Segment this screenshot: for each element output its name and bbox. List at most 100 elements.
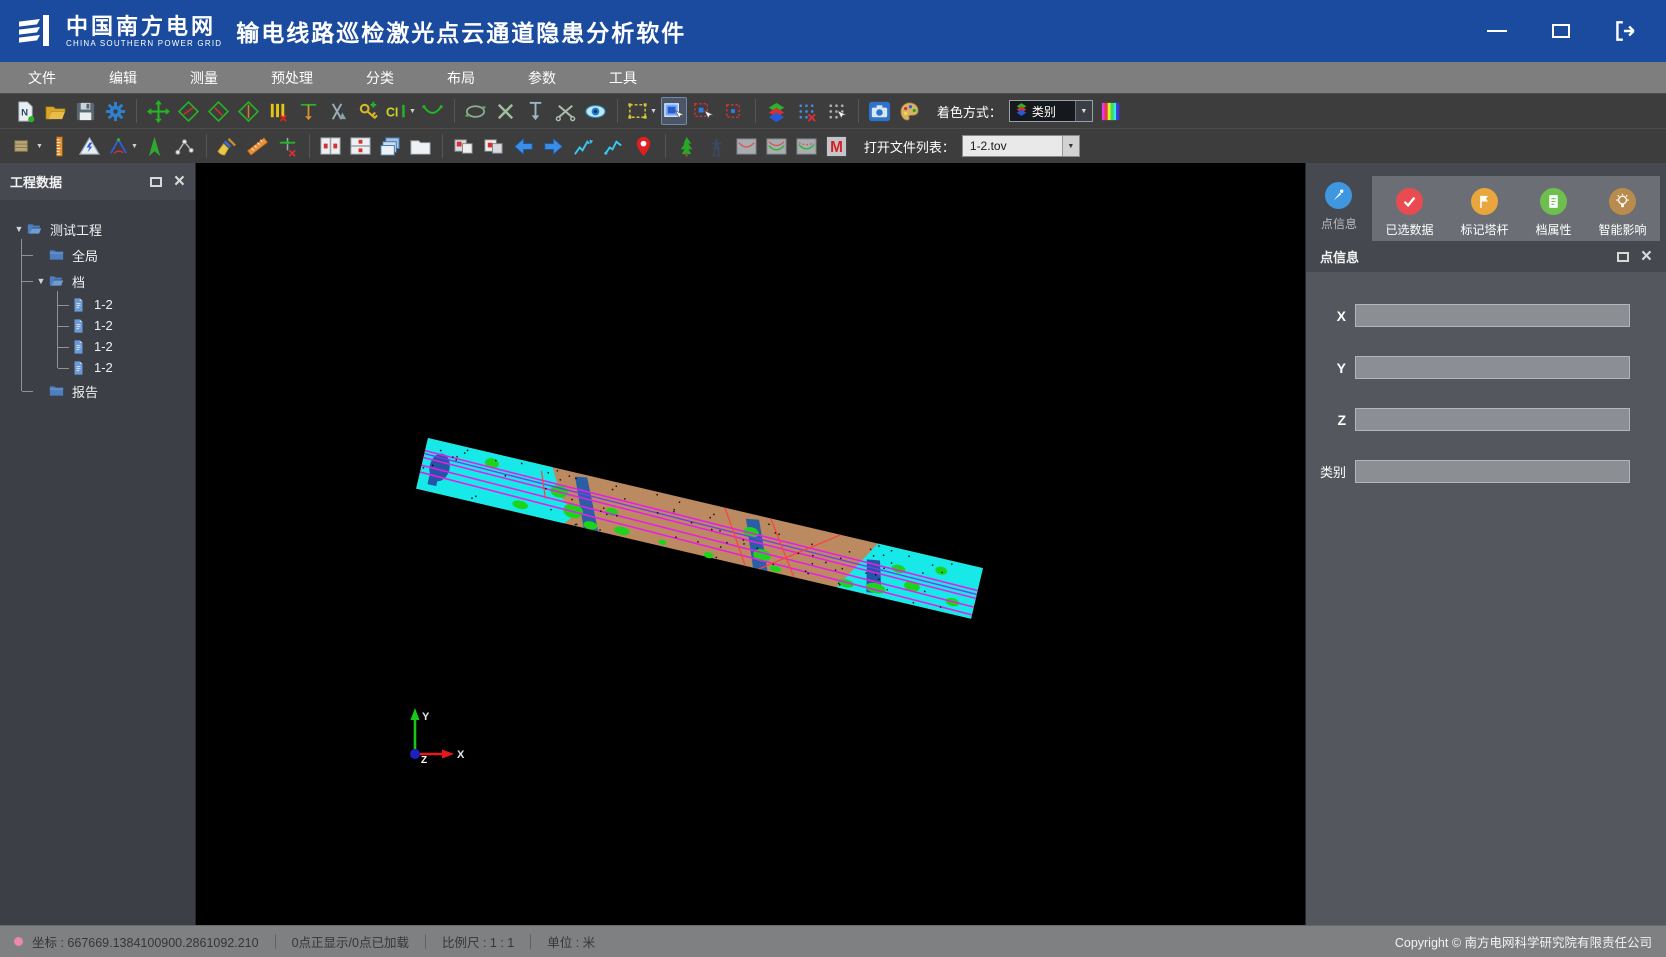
tree-item-span-2[interactable]: 1-2 bbox=[0, 315, 195, 336]
tree-item-span-3[interactable]: 1-2 bbox=[0, 336, 195, 357]
tab-point-info[interactable]: 点信息 bbox=[1321, 176, 1357, 241]
dropdown-arrow-icon[interactable]: ▼ bbox=[1062, 136, 1079, 156]
vertical-ruler-button[interactable] bbox=[47, 132, 73, 160]
danger-point-button[interactable] bbox=[77, 132, 103, 160]
node-path-button[interactable] bbox=[172, 132, 198, 160]
tower-mark-button[interactable] bbox=[704, 132, 730, 160]
measure-height-button[interactable] bbox=[295, 97, 321, 125]
menu-4[interactable]: 预处理 bbox=[258, 68, 333, 88]
save-project-button[interactable] bbox=[72, 97, 98, 125]
split-horizontal-button[interactable] bbox=[348, 132, 374, 160]
new-project-button[interactable]: N bbox=[12, 97, 38, 125]
tile-windows-button[interactable] bbox=[408, 132, 434, 160]
clean-tool-button[interactable] bbox=[215, 132, 241, 160]
rect-select-button[interactable]: ▼ bbox=[626, 97, 657, 125]
profile-section-2-button[interactable] bbox=[205, 97, 231, 125]
tree-item-0[interactable]: ▼ 测试工程 bbox=[0, 216, 195, 242]
menu-2[interactable]: 编辑 bbox=[96, 68, 157, 88]
vegetation-mark-button[interactable] bbox=[674, 132, 700, 160]
delete-cross-button[interactable] bbox=[493, 97, 519, 125]
menu-1[interactable]: 文件 bbox=[15, 68, 76, 88]
tab-mark-tower[interactable]: 标记塔杆 bbox=[1460, 182, 1508, 238]
maximize-button[interactable] bbox=[1548, 18, 1574, 44]
point-info-close-icon[interactable]: × bbox=[1641, 250, 1652, 264]
cut-tool-button[interactable] bbox=[553, 97, 579, 125]
field-input-y[interactable] bbox=[1355, 356, 1630, 379]
menu-5[interactable]: 分类 bbox=[353, 68, 414, 88]
marker-m-button[interactable]: M bbox=[824, 132, 850, 160]
point-select-button[interactable] bbox=[691, 97, 717, 125]
profile-section-3-button[interactable] bbox=[235, 97, 261, 125]
split-vertical-button[interactable] bbox=[318, 132, 344, 160]
paste-view-button[interactable] bbox=[481, 132, 507, 160]
open-project-button[interactable] bbox=[42, 97, 68, 125]
panel-close-icon[interactable]: × bbox=[174, 175, 185, 189]
menu-6[interactable]: 布局 bbox=[434, 68, 495, 88]
visibility-button[interactable] bbox=[583, 97, 609, 125]
open-file-select[interactable]: 1-2.tov▼ bbox=[962, 135, 1080, 157]
copy-view-button[interactable] bbox=[451, 132, 477, 160]
logout-button[interactable] bbox=[1612, 18, 1638, 44]
cascade-windows-button[interactable] bbox=[378, 132, 404, 160]
sag-curve-green-button[interactable] bbox=[794, 132, 820, 160]
profile-polyline-button[interactable] bbox=[571, 132, 597, 160]
distance-ruler-button[interactable] bbox=[245, 132, 271, 160]
minimize-button[interactable] bbox=[1484, 18, 1510, 44]
field-input-z[interactable] bbox=[1355, 408, 1630, 431]
area-select-button[interactable] bbox=[661, 97, 687, 125]
grid-pick-button[interactable] bbox=[824, 97, 850, 125]
deselect-button[interactable] bbox=[721, 97, 747, 125]
tree-item-label: 测试工程 bbox=[50, 220, 102, 239]
color-mode-select[interactable]: 类别▼ bbox=[1009, 100, 1093, 122]
panel-restore-icon[interactable] bbox=[150, 177, 162, 187]
tree-expander-icon[interactable]: ▼ bbox=[34, 276, 48, 286]
locate-point-button[interactable] bbox=[631, 132, 657, 160]
sag-curve-double-button[interactable] bbox=[764, 132, 790, 160]
menu-8[interactable]: 工具 bbox=[596, 68, 657, 88]
field-input-类别[interactable] bbox=[1355, 460, 1630, 483]
field-input-x[interactable] bbox=[1355, 304, 1630, 327]
dropdown-arrow-icon[interactable]: ▼ bbox=[36, 143, 43, 150]
point-cloud-viewport[interactable]: Y Z X bbox=[196, 163, 1305, 925]
point-info-restore-icon[interactable] bbox=[1617, 252, 1629, 262]
point-info-panel-title: 点信息 bbox=[1320, 247, 1617, 266]
cross-measure-button[interactable] bbox=[325, 97, 351, 125]
clearance-ci-button[interactable]: CI▼ bbox=[385, 97, 416, 125]
color-scale-button[interactable] bbox=[1098, 97, 1124, 125]
dropdown-arrow-icon[interactable]: ▼ bbox=[131, 143, 138, 150]
tree-item-span-4[interactable]: 1-2 bbox=[0, 357, 195, 378]
permission-key-button[interactable] bbox=[355, 97, 381, 125]
toolbar-separator bbox=[309, 134, 310, 158]
north-arrow-button[interactable] bbox=[142, 132, 168, 160]
tree-expander-icon[interactable]: ▼ bbox=[12, 224, 26, 234]
snapshot-camera-button[interactable] bbox=[867, 97, 893, 125]
class-layers-button[interactable] bbox=[764, 97, 790, 125]
tab-span-properties[interactable]: 档属性 bbox=[1535, 182, 1571, 238]
prev-span-button[interactable] bbox=[511, 132, 537, 160]
sag-curve-red-button[interactable] bbox=[734, 132, 760, 160]
tab-selected-data[interactable]: 已选数据 bbox=[1385, 182, 1433, 238]
stamp-tool-button[interactable]: ▼ bbox=[12, 132, 43, 160]
folder-icon bbox=[48, 247, 66, 263]
tree-item-span-1[interactable]: 1-2 bbox=[0, 294, 195, 315]
dropdown-arrow-icon[interactable]: ▼ bbox=[409, 108, 416, 115]
move-view-button[interactable] bbox=[145, 97, 171, 125]
next-span-button[interactable] bbox=[541, 132, 567, 160]
dropdown-arrow-icon[interactable]: ▼ bbox=[1075, 101, 1092, 121]
field-label: X bbox=[1306, 308, 1346, 324]
grid-delete-button[interactable] bbox=[794, 97, 820, 125]
orbit-view-button[interactable] bbox=[463, 97, 489, 125]
menu-3[interactable]: 测量 bbox=[177, 68, 238, 88]
angle-measure-button[interactable]: ▼ bbox=[107, 132, 138, 160]
profile-section-1-button[interactable] bbox=[175, 97, 201, 125]
catenary-fit-button[interactable] bbox=[420, 97, 446, 125]
settings-button[interactable] bbox=[102, 97, 128, 125]
render-palette-button[interactable] bbox=[897, 97, 923, 125]
menu-7[interactable]: 参数 bbox=[515, 68, 576, 88]
section-lines-delete-button[interactable] bbox=[265, 97, 291, 125]
level-delete-button[interactable] bbox=[275, 132, 301, 160]
plumb-line-button[interactable] bbox=[523, 97, 549, 125]
profile-polyline-2-button[interactable] bbox=[601, 132, 627, 160]
tab-smart-impact[interactable]: 智能影响 bbox=[1598, 182, 1646, 238]
dropdown-arrow-icon[interactable]: ▼ bbox=[650, 108, 657, 115]
